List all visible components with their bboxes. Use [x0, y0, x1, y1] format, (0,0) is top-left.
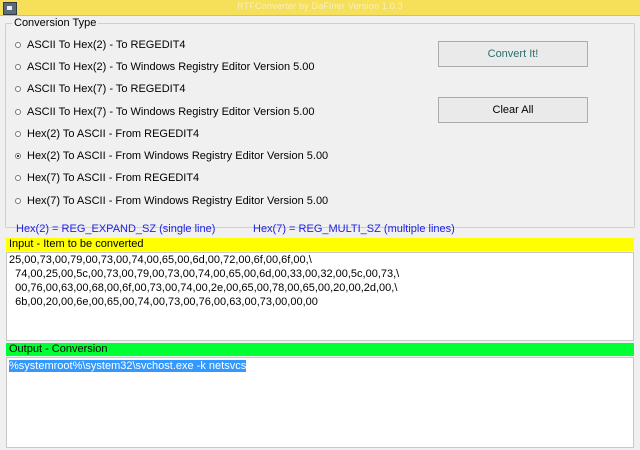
output-value: %systemroot%\system32\svchost.exe -k net…	[9, 360, 247, 372]
radio-label: ASCII To Hex(2) - To Windows Registry Ed…	[27, 61, 315, 73]
radio-button-selected[interactable]	[15, 153, 21, 159]
input-textarea[interactable]: 25,00,73,00,79,00,73,00,74,00,65,00,6d,0…	[6, 252, 634, 341]
radio-button[interactable]	[15, 198, 21, 204]
radio-button[interactable]	[15, 64, 21, 70]
radio-label: Hex(7) To ASCII - From Windows Registry …	[27, 195, 329, 207]
radio-ascii-hex2-regedit5[interactable]: ASCII To Hex(2) - To Windows Registry Ed…	[15, 59, 315, 75]
input-line: 74,00,25,00,5c,00,73,00,79,00,73,00,74,0…	[9, 268, 400, 280]
radio-label: ASCII To Hex(2) - To REGEDIT4	[27, 39, 186, 51]
radio-label: Hex(2) To ASCII - From Windows Registry …	[27, 150, 329, 162]
main-panel: Conversion Type ASCII To Hex(2) - To REG…	[0, 16, 640, 450]
radio-button[interactable]	[15, 42, 21, 48]
title-bar[interactable]: RTFConverter by DaFiner Version 1.0.3	[0, 0, 640, 16]
output-header: Output - Conversion	[6, 343, 634, 356]
radio-label: ASCII To Hex(7) - To REGEDIT4	[27, 83, 186, 95]
radio-button[interactable]	[15, 131, 21, 137]
radio-ascii-hex7-regedit4[interactable]: ASCII To Hex(7) - To REGEDIT4	[15, 81, 186, 97]
radio-label: ASCII To Hex(7) - To Windows Registry Ed…	[27, 106, 315, 118]
radio-button[interactable]	[15, 175, 21, 181]
radio-label: Hex(2) To ASCII - From REGEDIT4	[27, 128, 200, 140]
radio-hex7-ascii-regedit5[interactable]: Hex(7) To ASCII - From Windows Registry …	[15, 193, 328, 209]
input-header: Input - Item to be converted	[6, 238, 634, 251]
radio-label: Hex(7) To ASCII - From REGEDIT4	[27, 172, 200, 184]
radio-hex7-ascii-regedit4[interactable]: Hex(7) To ASCII - From REGEDIT4	[15, 170, 199, 186]
convert-button[interactable]: Convert It!	[438, 41, 588, 67]
input-line: 00,76,00,63,00,68,00,6f,00,73,00,74,00,2…	[9, 282, 398, 294]
radio-ascii-hex2-regedit4[interactable]: ASCII To Hex(2) - To REGEDIT4	[15, 37, 186, 53]
output-textarea[interactable]: %systemroot%\system32\svchost.exe -k net…	[6, 357, 634, 448]
radio-button[interactable]	[15, 109, 21, 115]
legend-hex2: Hex(2) = REG_EXPAND_SZ (single line)	[16, 223, 216, 235]
legend-hex7: Hex(7) = REG_MULTI_SZ (multiple lines)	[253, 223, 455, 235]
clear-all-button[interactable]: Clear All	[438, 97, 588, 123]
input-line: 25,00,73,00,79,00,73,00,74,00,65,00,6d,0…	[9, 254, 312, 266]
radio-hex2-ascii-regedit4[interactable]: Hex(2) To ASCII - From REGEDIT4	[15, 126, 199, 142]
radio-button[interactable]	[15, 86, 21, 92]
radio-hex2-ascii-regedit5[interactable]: Hex(2) To ASCII - From Windows Registry …	[15, 148, 328, 164]
window-title: RTFConverter by DaFiner Version 1.0.3	[237, 1, 403, 11]
radio-ascii-hex7-regedit5[interactable]: ASCII To Hex(7) - To Windows Registry Ed…	[15, 104, 315, 120]
conversion-type-group: Conversion Type ASCII To Hex(2) - To REG…	[5, 17, 635, 228]
input-line: 6b,00,20,00,6e,00,65,00,74,00,73,00,76,0…	[9, 296, 318, 308]
conversion-type-title: Conversion Type	[12, 17, 99, 29]
